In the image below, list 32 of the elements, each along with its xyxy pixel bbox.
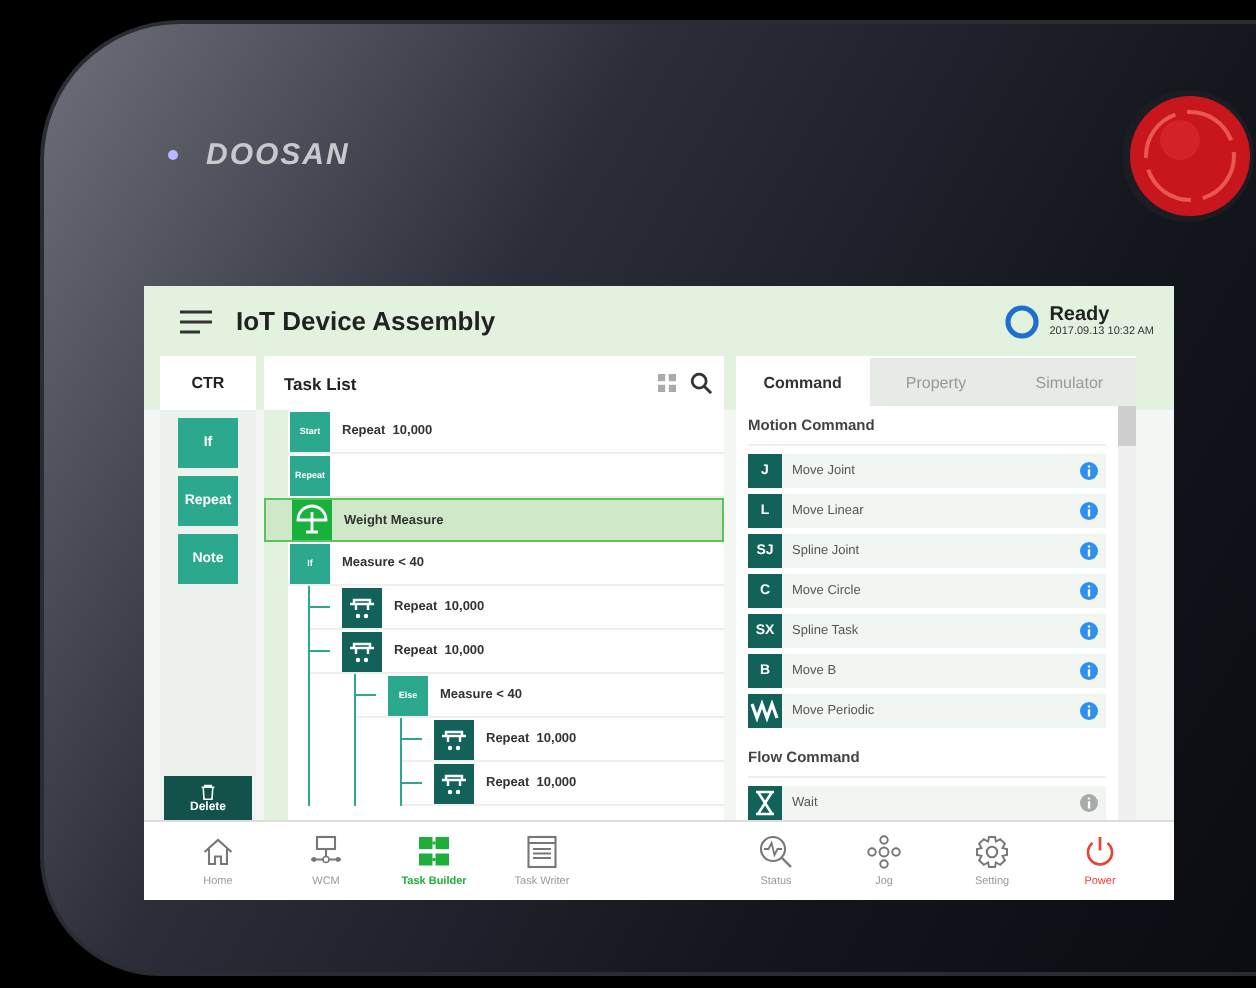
menu-icon[interactable] bbox=[180, 309, 212, 333]
writer-icon bbox=[524, 834, 560, 870]
repeat-block-icon bbox=[434, 763, 474, 803]
trash-icon bbox=[200, 783, 216, 799]
jog-icon bbox=[866, 834, 902, 870]
setting-icon bbox=[974, 834, 1010, 870]
info-icon[interactable] bbox=[1080, 622, 1098, 640]
grid-view-icon[interactable] bbox=[658, 374, 676, 392]
repeat-block-icon bbox=[434, 719, 474, 759]
project-title: IoT Device Assembly bbox=[236, 306, 496, 336]
status-icon bbox=[758, 834, 794, 870]
ring-icon bbox=[1003, 303, 1040, 339]
repeat-block-icon bbox=[342, 631, 382, 671]
info-icon[interactable] bbox=[1080, 702, 1098, 720]
home-icon bbox=[200, 834, 236, 870]
scale-block-icon bbox=[292, 500, 332, 540]
panel-title: Task List bbox=[284, 373, 357, 393]
status-led-icon bbox=[168, 150, 178, 160]
status-text: Ready bbox=[1049, 304, 1112, 326]
info-icon[interactable] bbox=[1080, 462, 1098, 480]
info-icon[interactable] bbox=[1080, 662, 1098, 680]
info-icon[interactable] bbox=[1080, 502, 1098, 520]
info-icon[interactable] bbox=[1080, 582, 1098, 600]
builder-icon bbox=[416, 834, 452, 870]
power-icon bbox=[1082, 834, 1118, 870]
palette-title: CTR bbox=[160, 356, 256, 410]
wave-icon bbox=[748, 694, 782, 728]
repeat-block-icon bbox=[342, 587, 382, 627]
info-icon[interactable] bbox=[1080, 542, 1098, 560]
search-icon[interactable] bbox=[690, 372, 712, 394]
brand-logo: DOOSAN bbox=[206, 138, 350, 172]
emergency-stop-button[interactable] bbox=[1120, 87, 1256, 223]
